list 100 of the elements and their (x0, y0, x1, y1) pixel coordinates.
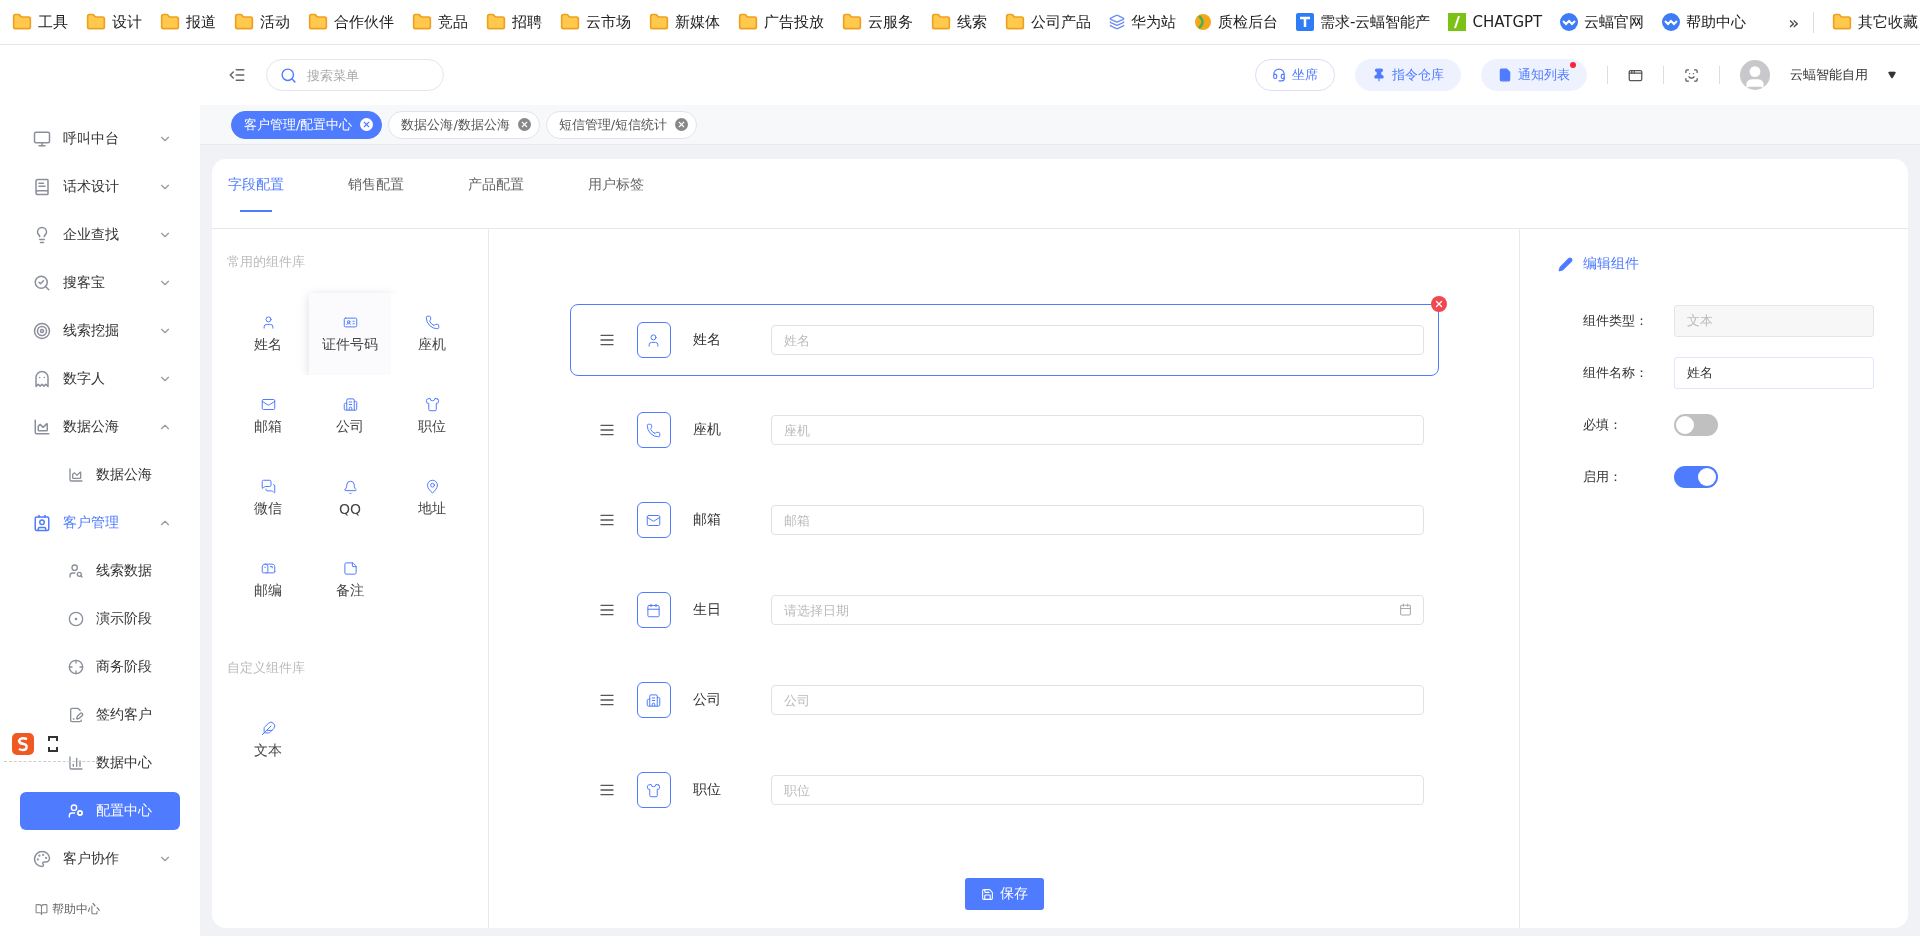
input-field[interactable]: 邮箱 (770, 505, 1424, 535)
drag-handle-icon[interactable] (598, 782, 615, 798)
bookmark[interactable]: 华为站 (1109, 12, 1176, 32)
crosshair-icon (68, 659, 84, 675)
sidebar-subitem[interactable]: 演示阶段 (0, 595, 200, 643)
window-icon[interactable] (1628, 67, 1643, 83)
headset-icon (1272, 68, 1286, 82)
input-field[interactable]: 姓名 (1674, 357, 1874, 389)
bookmark[interactable]: CHATGPT (1448, 13, 1543, 31)
close-icon[interactable] (675, 118, 689, 131)
bookmark[interactable]: 质检后台 (1194, 12, 1278, 32)
page-tab[interactable]: 数据公海/数据公海 (388, 110, 540, 139)
folder-icon (12, 12, 32, 32)
close-icon (1433, 299, 1444, 309)
sidebar-item[interactable]: 呼叫中台 (0, 115, 200, 163)
chart-icon (68, 467, 84, 483)
save-button[interactable]: 保存 (964, 878, 1044, 910)
help-link[interactable]: 帮助中心 (0, 883, 200, 918)
header-button[interactable]: 通知列表 (1481, 59, 1587, 91)
close-icon[interactable] (360, 118, 374, 131)
sidebar-subitem[interactable]: 配置中心 (20, 792, 180, 830)
form-field-row[interactable]: 生日 请选择日期 (569, 574, 1439, 646)
sidebar-item[interactable]: 企业查找 (0, 211, 200, 259)
form-field-row[interactable]: 座机 座机 (569, 394, 1439, 466)
toggle-switch[interactable] (1674, 466, 1718, 488)
component-item[interactable]: 证件号码 (309, 293, 391, 375)
drag-handle-icon[interactable] (598, 602, 615, 618)
sidebar-subitem[interactable]: 数据中心 (0, 739, 200, 787)
input-field[interactable]: 座机 (770, 415, 1424, 445)
sidebar-item[interactable]: 客户管理 (0, 499, 200, 547)
drag-handle-icon[interactable] (598, 422, 615, 438)
search-field[interactable]: 搜索菜单 (266, 59, 444, 91)
bookmark[interactable]: 云服务 (842, 12, 913, 32)
form-field-row[interactable]: 姓名 姓名 (569, 304, 1439, 376)
drag-handle-icon[interactable] (598, 512, 615, 528)
header-button[interactable]: 指令仓库 (1355, 59, 1461, 91)
section-title: 常用的组件库 (227, 253, 306, 271)
input-field[interactable]: 公司 (770, 685, 1424, 715)
user-name[interactable]: 云蝠智能自用 (1790, 66, 1868, 84)
form-field-row[interactable]: 邮箱 邮箱 (569, 484, 1439, 556)
toggle-switch[interactable] (1674, 414, 1718, 436)
sidebar-item[interactable]: 线索挖掘 (0, 307, 200, 355)
bookmark[interactable]: 云市场 (560, 12, 631, 32)
sidebar-subitem[interactable]: 数据公海 (0, 451, 200, 499)
sidebar-item[interactable]: 数字人 (0, 355, 200, 403)
bookmark[interactable]: 工具 (12, 12, 68, 32)
folder-icon (738, 12, 758, 32)
sidebar-item[interactable]: 话术设计 (0, 163, 200, 211)
sidebar-item[interactable]: 客户协作 (0, 835, 200, 883)
sidebar-item[interactable]: 数据公海 (0, 403, 200, 451)
bookmark[interactable]: 其它收藏 (1832, 12, 1919, 32)
bookmark[interactable]: 公司产品 (1005, 12, 1091, 32)
bookmark[interactable]: 合作伙伴 (308, 12, 394, 32)
input-field[interactable]: 请选择日期 (770, 595, 1424, 625)
card-tab[interactable]: 产品配置 (468, 159, 588, 229)
bookmark[interactable]: 云蝠官网 (1560, 12, 1645, 32)
building-icon (646, 692, 661, 708)
user-icon (646, 332, 661, 348)
sidebar-item[interactable]: 搜客宝 (0, 259, 200, 307)
bookmark[interactable]: 报道 (160, 12, 216, 32)
header-button[interactable]: 坐席 (1255, 59, 1335, 91)
screenshot-icon[interactable] (1684, 67, 1699, 83)
collapse-menu-icon[interactable] (228, 66, 246, 84)
folder-icon (86, 12, 106, 32)
caret-icon[interactable] (1888, 71, 1896, 79)
bookmark[interactable]: 帮助中心 (1662, 12, 1747, 32)
sidebar-subitem[interactable]: 签约客户 (0, 691, 200, 739)
bookmark[interactable]: 竞品 (412, 12, 468, 32)
form-field-row[interactable]: 公司 公司 (569, 664, 1439, 736)
folder-icon (412, 12, 432, 32)
monitor-icon (33, 130, 51, 148)
bookmark[interactable]: 新媒体 (649, 12, 720, 32)
field-label: 组件名称： (1583, 364, 1649, 382)
bookmark[interactable]: 设计 (86, 12, 142, 32)
input-field[interactable]: 职位 (770, 775, 1424, 805)
drag-handle-icon[interactable] (598, 332, 615, 348)
card-tab[interactable]: 用户标签 (588, 159, 708, 229)
page-tab[interactable]: 短信管理/短信统计 (545, 110, 698, 139)
input-field[interactable]: 姓名 (770, 325, 1424, 355)
folder-icon (1005, 12, 1025, 32)
chat-icon (260, 478, 276, 494)
form-field-row[interactable]: 职位 职位 (569, 754, 1439, 826)
sidebar-subitem[interactable]: 商务阶段 (0, 643, 200, 691)
sidebar-subitem[interactable]: 线索数据 (0, 547, 200, 595)
bookmark[interactable]: 活动 (234, 12, 290, 32)
bookmark[interactable]: 广告投放 (738, 12, 824, 32)
field-label: 邮箱 (691, 511, 722, 529)
bookmark[interactable]: 招聘 (486, 12, 542, 32)
more-bookmarks-button[interactable]: » (1782, 11, 1815, 33)
remove-button[interactable] (1430, 296, 1447, 312)
field-label: 组件类型： (1583, 312, 1649, 330)
chart-icon (33, 418, 51, 436)
close-icon[interactable] (517, 118, 531, 131)
folder-icon (486, 12, 506, 32)
card-tab[interactable]: 字段配置 (228, 159, 348, 229)
page-tab[interactable]: 客户管理/配置中心 (231, 110, 383, 139)
drag-handle-icon[interactable] (598, 692, 615, 708)
bookmark[interactable]: 需求-云蝠智能产 (1296, 12, 1431, 32)
bookmark[interactable]: 线索 (931, 12, 987, 32)
card-tab[interactable]: 销售配置 (348, 159, 468, 229)
